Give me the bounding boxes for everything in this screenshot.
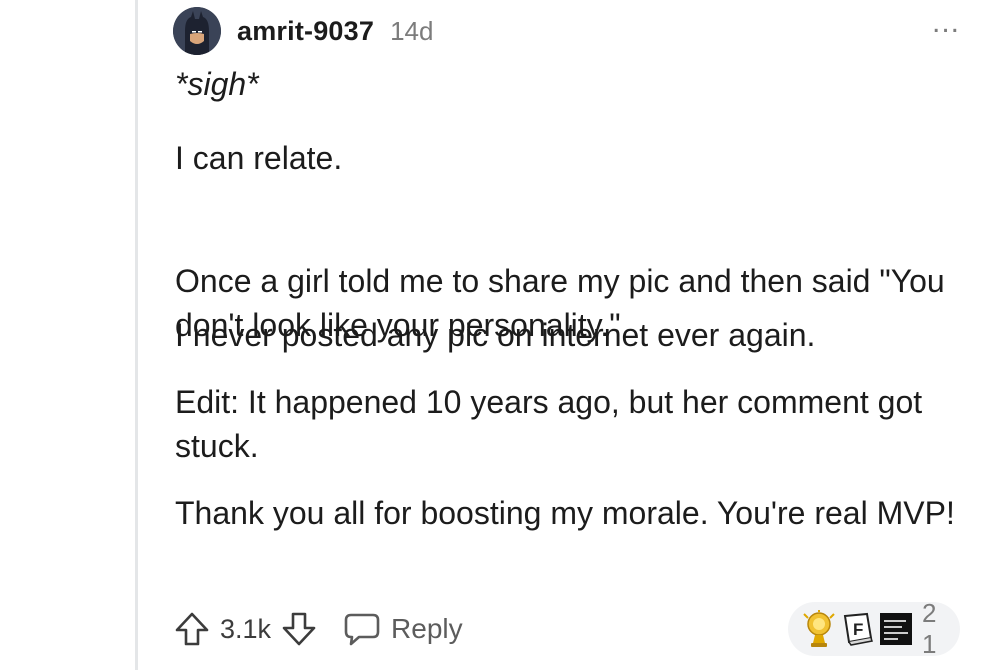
svg-text:F: F [853, 620, 863, 639]
upvote-arrow-icon [175, 612, 209, 646]
letter-f-keycap-icon: F [842, 612, 874, 646]
comment-paragraph: I never posted any pic on internet ever … [175, 317, 816, 353]
downvote-button[interactable] [279, 609, 319, 649]
speech-bubble-icon [344, 613, 380, 646]
comment-paragraph: Edit: It happened 10 years ago, but her … [175, 384, 923, 464]
awards-pill[interactable]: F 2 1 [788, 598, 960, 659]
upvote-button[interactable] [172, 609, 212, 649]
comment-header: amrit-9037 14d [173, 6, 433, 56]
comment-paragraph: *sigh* [175, 66, 259, 102]
comment-actions: 3.1k Reply [172, 606, 463, 652]
thread-line[interactable] [135, 0, 138, 670]
awards-count: 2 1 [922, 598, 941, 659]
batman-avatar-icon [173, 7, 221, 55]
meme-text-icon [880, 613, 912, 645]
gold-trophy-icon [802, 610, 836, 648]
author-username[interactable]: amrit-9037 [237, 16, 374, 47]
more-options-icon[interactable]: ... [932, 8, 960, 38]
vote-score: 3.1k [220, 613, 272, 644]
comment-paragraph: Thank you all for boosting my morale. Yo… [175, 495, 955, 531]
downvote-arrow-icon [282, 612, 316, 646]
user-avatar[interactable] [173, 7, 221, 55]
comment-paragraph: I can relate. [175, 140, 343, 176]
reply-label: Reply [391, 613, 463, 644]
comment-age: 14d [390, 15, 434, 46]
reply-button[interactable]: Reply [343, 611, 463, 647]
